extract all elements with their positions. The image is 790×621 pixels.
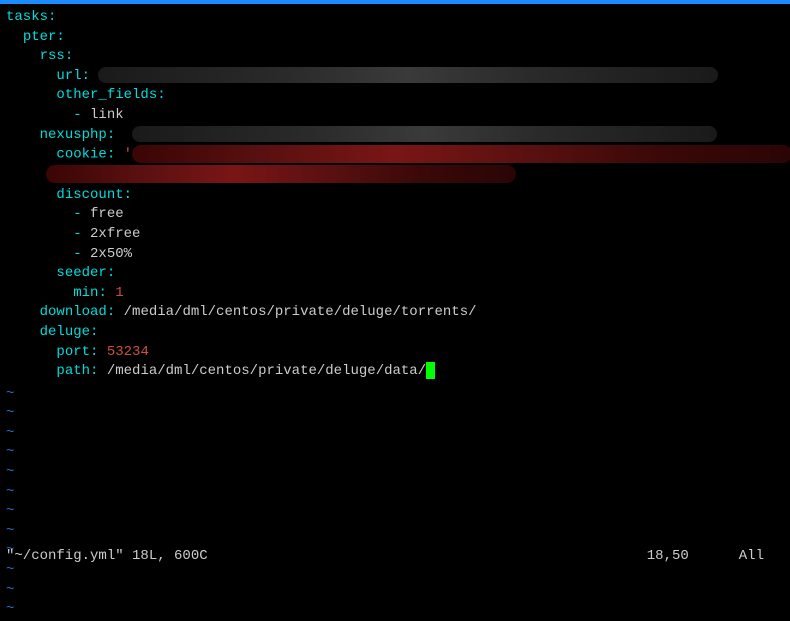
redacted-url: [98, 67, 718, 83]
yaml-line: other_fields:: [6, 86, 784, 106]
empty-lines: ~ ~ ~ ~ ~ ~ ~ ~ ~ ~ ~ ~: [0, 386, 790, 621]
cursor: [426, 362, 434, 379]
yaml-line: [6, 165, 784, 185]
yaml-line: cookie: ': [6, 145, 784, 165]
yaml-line: - free: [6, 205, 784, 225]
editor-content[interactable]: tasks: pter: rss: url: other_fields: - l…: [0, 4, 790, 386]
yaml-line: deluge:: [6, 323, 784, 343]
redacted-cookie-cont: [46, 165, 516, 183]
status-file: "~/config.yml" 18L, 600C: [6, 548, 208, 564]
yaml-line: rss:: [6, 47, 784, 67]
yaml-line: url:: [6, 67, 784, 87]
yaml-line: - 2xfree: [6, 225, 784, 245]
yaml-line: - link: [6, 106, 784, 126]
yaml-line: pter:: [6, 28, 784, 48]
status-position: 18,50: [647, 548, 689, 564]
yaml-line: - 2x50%: [6, 245, 784, 265]
redacted-cookie: [132, 145, 790, 163]
yaml-line: path: /media/dml/centos/private/deluge/d…: [6, 362, 784, 382]
vim-statusbar: "~/config.yml" 18L, 600C 18,50 All: [0, 546, 790, 566]
yaml-line: seeder:: [6, 264, 784, 284]
yaml-line: download: /media/dml/centos/private/delu…: [6, 303, 784, 323]
yaml-line: discount:: [6, 186, 784, 206]
yaml-line: port: 53234: [6, 343, 784, 363]
yaml-line: min: 1: [6, 284, 784, 304]
yaml-line: nexusphp:: [6, 126, 784, 146]
redacted-block: [132, 126, 717, 142]
status-view: All: [739, 548, 764, 564]
yaml-line: tasks:: [6, 8, 784, 28]
